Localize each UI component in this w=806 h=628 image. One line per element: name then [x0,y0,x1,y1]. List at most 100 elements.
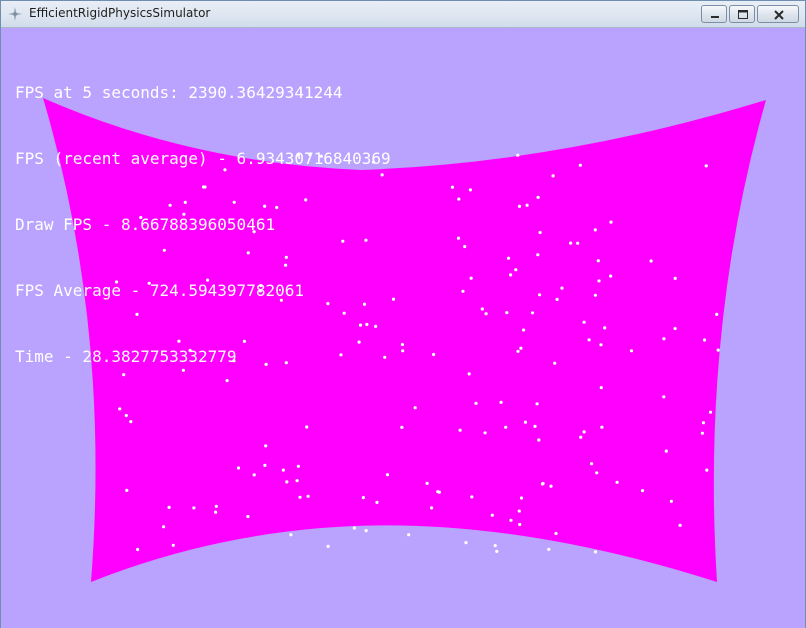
particle [519,346,523,350]
particle [296,464,300,468]
maximize-button[interactable] [729,5,755,23]
particle [609,274,613,278]
window-title: EfficientRigidPhysicsSimulator [29,6,211,20]
particle [708,410,713,414]
particle [401,349,405,353]
particle [474,401,478,405]
hud-overlay: FPS at 5 seconds: 2390.36429341244 FPS (… [15,38,391,412]
particle [517,204,522,208]
minimize-icon [711,16,719,18]
particle [281,468,285,472]
particle [547,547,551,552]
particle [609,220,613,224]
particle [599,386,603,390]
minimize-button[interactable] [701,5,727,23]
particle [469,276,473,280]
particle [525,203,529,207]
particle [716,348,720,352]
particle [596,259,600,263]
particle [326,544,330,549]
particle [551,174,555,178]
hud-draw-fps: Draw FPS - 8.66788396050461 [15,215,276,234]
particle [364,529,368,533]
particle [535,402,539,406]
particle [214,504,218,508]
particle [246,514,250,519]
particle [579,435,583,439]
close-button[interactable] [757,5,799,23]
particle [587,338,591,342]
particle [516,153,520,157]
particle [306,494,310,498]
particle [480,307,484,311]
particle [582,430,586,434]
particle [701,421,706,425]
particle [678,523,682,527]
particle [582,320,586,324]
particle [664,449,668,453]
particle [517,509,521,513]
particle [704,164,708,168]
particle [595,471,599,475]
particle [432,352,436,357]
particle [129,420,133,424]
particle [413,406,417,410]
particle [252,473,256,477]
particle [458,428,462,432]
particle [490,513,494,517]
hud-fps-average: FPS Average - 724.594397782061 [15,281,304,300]
app-window: EfficientRigidPhysicsSimulator FPS at 5 … [0,0,806,628]
particle [236,466,241,470]
particle [483,431,487,435]
particle [285,480,289,484]
particle [640,489,645,493]
particle [700,431,705,435]
particle [506,256,511,260]
particle [593,293,598,297]
particle [263,463,267,467]
particle [136,547,140,552]
particle [536,195,540,199]
particle [461,289,465,293]
particle [407,533,411,537]
particle [662,395,666,399]
particle [538,230,542,235]
particle [425,481,429,485]
particle [673,326,677,331]
title-bar[interactable]: EfficientRigidPhysicsSimulator [1,1,805,28]
particle [533,424,537,428]
particle [597,279,601,283]
particle [305,425,309,429]
particle [499,400,503,404]
particle [560,286,564,290]
particle [673,276,677,280]
hud-time: Time - 28.3827753332779 [15,347,237,366]
particle [264,444,268,448]
particle [289,533,293,537]
caption-buttons [699,5,799,23]
particle [593,228,597,232]
particle [662,337,666,341]
particle [509,518,513,522]
particle [484,312,488,316]
particle [295,479,299,483]
particle [522,328,526,332]
particle [705,468,709,472]
particle [569,241,573,245]
particle [391,297,396,301]
particle [493,544,497,548]
particle [530,311,535,315]
particle [715,312,719,316]
particle [298,495,302,499]
particle [537,438,541,442]
particle [593,550,598,554]
app-icon [7,6,23,22]
particle [214,510,218,514]
particle [603,326,607,330]
particle [553,361,557,365]
particle [702,338,707,342]
particle [375,500,379,504]
particle [523,420,528,424]
maximize-icon [738,10,748,19]
simulation-viewport[interactable]: FPS at 5 seconds: 2390.36429341244 FPS (… [1,28,805,628]
